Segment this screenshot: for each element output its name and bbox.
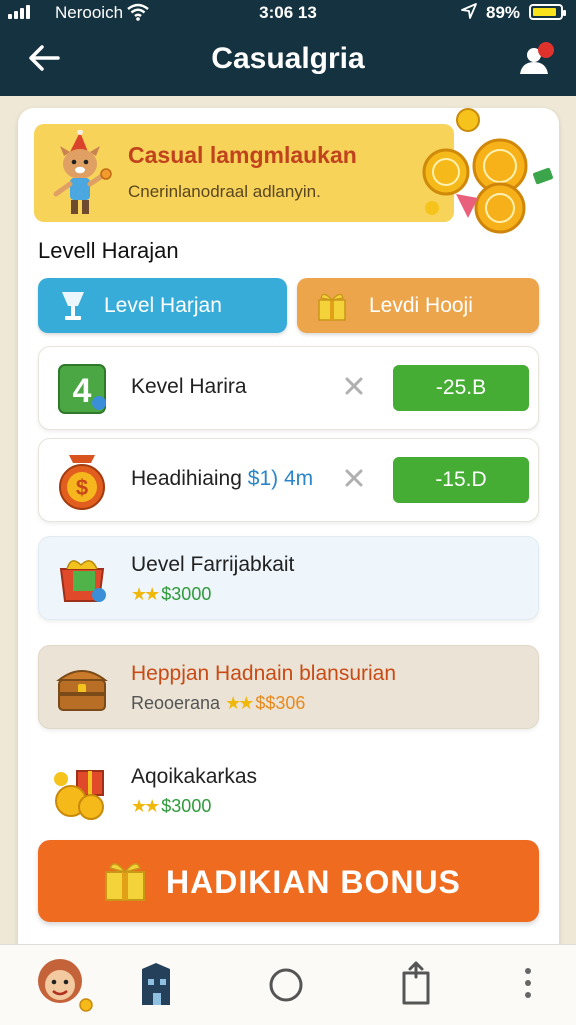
svg-text:$: $ xyxy=(76,475,88,500)
page-title: Casualgria xyxy=(211,42,365,75)
tab-label: Level Harjan xyxy=(104,293,222,317)
row-reward: ★★ $3000 xyxy=(131,584,211,605)
gift-box-icon xyxy=(318,293,346,321)
row-subtitle: Reooerana xyxy=(131,693,221,713)
row-title: Uevel Farrijabkait xyxy=(131,553,295,576)
star-rating-icon: ★★ xyxy=(131,584,160,604)
bonus-button[interactable]: HADIKIAN BONUS xyxy=(38,840,539,922)
gift-basket-icon xyxy=(59,560,106,602)
row-label: Headihiaing $1) 4m xyxy=(131,467,313,491)
banner-subtitle: Cnerinlanodraal adlanyin. xyxy=(128,182,321,201)
bottom-nav xyxy=(0,944,576,1025)
star-rating-icon: ★★ xyxy=(131,796,160,816)
money-bag-icon: $ xyxy=(59,455,105,510)
reward-value: $3000 xyxy=(161,584,212,604)
banner-title: Casual lamgmlaukan xyxy=(128,142,357,168)
bonus-label: HADIKIAN BONUS xyxy=(166,864,461,900)
row-title: Aqoikakarkas xyxy=(131,765,258,788)
amount-button[interactable]: -25.B xyxy=(393,365,529,411)
location-arrow-icon xyxy=(460,2,478,25)
main-card: Casual lamgmlaukan Cnerinlanodraal adlan… xyxy=(18,108,559,958)
tab-levdi-hooji[interactable]: Levdi Hooji xyxy=(297,278,539,333)
battery-fill xyxy=(533,8,557,16)
gift-box-icon xyxy=(105,863,145,901)
amount-button[interactable]: -15.D xyxy=(393,457,529,503)
promo-banner[interactable]: Casual lamgmlaukan Cnerinlanodraal adlan… xyxy=(34,124,454,222)
row-label: Kevel Harira xyxy=(131,375,247,398)
list-item[interactable]: 4 Kevel Harira -25.B xyxy=(38,346,539,430)
close-icon[interactable] xyxy=(341,465,367,491)
share-icon[interactable] xyxy=(386,955,446,1015)
coins-gift-icon xyxy=(54,770,104,820)
tab-label: Levdi Hooji xyxy=(369,293,473,317)
green-block-icon: 4 xyxy=(58,364,106,414)
list-item[interactable]: Uevel Farrijabkait ★★ $3000 xyxy=(38,536,539,620)
row-title: Heppjan Hadnain blansurian xyxy=(131,662,397,685)
trophy-cup-icon xyxy=(62,292,84,320)
star-rating-icon: ★★ xyxy=(225,693,254,713)
top-bar: Nerooich 3:06 13 89% Casualgria xyxy=(0,0,576,96)
row-label-accent: $1) 4m xyxy=(247,467,314,490)
list-item[interactable]: Aqoikakarkas ★★ $3000 xyxy=(38,748,539,832)
battery-icon xyxy=(529,4,566,20)
profile-notification-button[interactable] xyxy=(514,42,558,78)
section-title: Levell Harajan xyxy=(38,238,179,263)
gold-coins-icon xyxy=(422,108,553,234)
row-label-text: Headihiaing xyxy=(131,467,242,490)
row-reward: ★★ $3000 xyxy=(131,796,211,817)
notification-badge xyxy=(538,42,554,58)
reward-value: $$306 xyxy=(255,693,306,713)
list-item[interactable]: Heppjan Hadnain blansurian Reooerana ★★ $… xyxy=(38,645,539,729)
mascot-icon xyxy=(53,130,112,214)
svg-text:4: 4 xyxy=(73,372,92,410)
avatar-icon[interactable] xyxy=(30,951,96,1017)
row-reward: Reooerana ★★ $$306 xyxy=(131,693,305,714)
building-icon[interactable] xyxy=(128,955,188,1015)
reward-value: $3000 xyxy=(161,796,212,816)
battery-percent: 89% xyxy=(486,3,521,22)
tab-level-harjan[interactable]: Level Harjan xyxy=(38,278,287,333)
list-item[interactable]: $ Headihiaing $1) 4m -15.D xyxy=(38,438,539,522)
close-icon[interactable] xyxy=(341,373,367,399)
more-menu-icon[interactable] xyxy=(498,955,558,1015)
home-circle-icon[interactable] xyxy=(256,955,316,1015)
status-bar: Nerooich 3:06 13 89% xyxy=(0,0,576,26)
treasure-chest-icon xyxy=(56,670,108,711)
